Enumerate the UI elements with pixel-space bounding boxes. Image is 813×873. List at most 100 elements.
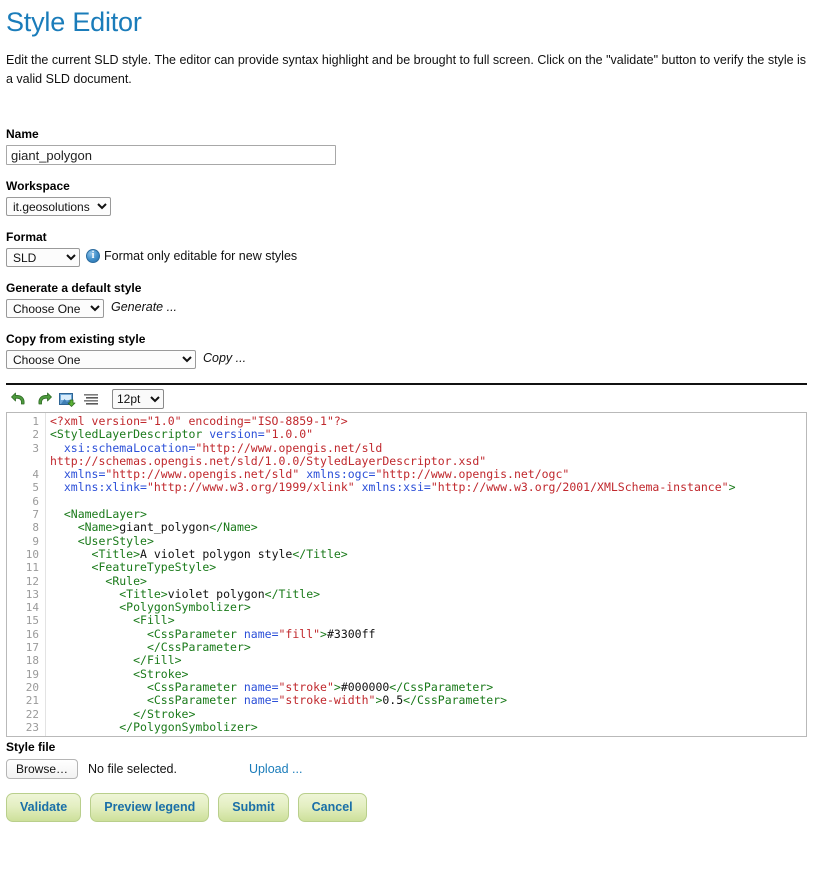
code-token: <Stroke> — [50, 667, 188, 681]
line-number: 9 — [7, 535, 45, 548]
code-line-text[interactable]: <Rule> — [45, 575, 806, 588]
code-line: 5 xmlns:xlink="http://www.w3.org/1999/xl… — [7, 481, 806, 494]
line-number: 4 — [7, 468, 45, 481]
code-line-text[interactable]: <?xml version="1.0" encoding="ISO-8859-1… — [45, 415, 806, 428]
code-line-text[interactable]: </PolygonSymbolizer> — [45, 721, 806, 734]
upload-link[interactable]: Upload ... — [249, 762, 303, 776]
code-token: "http://www.opengis.net/ogc" — [375, 467, 569, 481]
preview-legend-button[interactable]: Preview legend — [90, 793, 209, 822]
code-editor[interactable]: 1<?xml version="1.0" encoding="ISO-8859-… — [6, 412, 807, 737]
code-token: xmlns:xsi= — [362, 480, 431, 494]
code-token: </CssParameter> — [50, 640, 251, 654]
code-line-text[interactable]: <Name>giant_polygon</Name> — [45, 521, 806, 534]
code-line: 6 — [7, 495, 806, 508]
insert-image-icon[interactable] — [58, 390, 76, 408]
code-token: name= — [244, 680, 279, 694]
code-line: 4 xmlns="http://www.opengis.net/sld" xml… — [7, 468, 806, 481]
line-number: 1 — [7, 415, 45, 428]
code-line-text[interactable]: <NamedLayer> — [45, 508, 806, 521]
code-token: <StyledLayerDescriptor — [50, 427, 209, 441]
code-line-text[interactable]: <CssParameter name="fill">#3300ff — [45, 628, 806, 641]
code-token: violet polygon — [168, 587, 265, 601]
code-token — [355, 480, 362, 494]
format-lines-icon[interactable] — [82, 390, 100, 408]
validate-button[interactable]: Validate — [6, 793, 81, 822]
code-line-text[interactable]: </Fill> — [45, 654, 806, 667]
no-file-selected-text: No file selected. — [88, 762, 177, 776]
code-token: xmlns:xlink= — [64, 480, 147, 494]
format-field-block: Format SLD Format only editable for new … — [6, 230, 807, 267]
line-number: 11 — [7, 561, 45, 574]
code-token: <Title> — [50, 587, 168, 601]
code-line: 9 <UserStyle> — [7, 535, 806, 548]
copy-select[interactable]: Choose One — [6, 350, 196, 369]
submit-button[interactable]: Submit — [218, 793, 288, 822]
line-number: 3 — [7, 442, 45, 455]
name-field-block: Name — [6, 127, 807, 165]
code-line-text[interactable]: </Stroke> — [45, 708, 806, 721]
copy-action-link[interactable]: Copy ... — [203, 351, 246, 365]
code-token: <CssParameter — [50, 680, 244, 694]
code-token: version= — [209, 427, 264, 441]
generate-action-link[interactable]: Generate ... — [111, 300, 177, 314]
generate-field-block: Generate a default style Choose One Gene… — [6, 281, 807, 318]
generate-select[interactable]: Choose One — [6, 299, 104, 318]
code-line: 1<?xml version="1.0" encoding="ISO-8859-… — [7, 415, 806, 428]
code-line-text[interactable]: <Title>violet polygon</Title> — [45, 588, 806, 601]
code-line-text[interactable]: xsi:schemaLocation="http://www.opengis.n… — [45, 442, 806, 469]
code-line-text[interactable]: <FeatureTypeStyle> — [45, 561, 806, 574]
code-token: xmlns= — [64, 467, 106, 481]
code-line: 10 <Title>A violet polygon style</Title> — [7, 548, 806, 561]
code-token: 0.5 — [382, 693, 403, 707]
code-line-text[interactable]: <PolygonSymbolizer> — [45, 601, 806, 614]
code-token: #000000 — [341, 680, 389, 694]
line-number: 14 — [7, 601, 45, 614]
code-token: <FeatureTypeStyle> — [50, 560, 216, 574]
style-editor-page: Style Editor Edit the current SLD style.… — [0, 6, 813, 832]
code-line: 15 <Fill> — [7, 614, 806, 627]
code-line-text[interactable]: <StyledLayerDescriptor version="1.0.0" — [45, 428, 806, 441]
line-number: 20 — [7, 681, 45, 694]
code-line-text[interactable]: </CssParameter> — [45, 641, 806, 654]
format-select[interactable]: SLD — [6, 248, 80, 267]
redo-icon[interactable] — [34, 390, 52, 408]
code-token — [50, 467, 64, 481]
code-line: 2<StyledLayerDescriptor version="1.0.0" — [7, 428, 806, 441]
code-token: xmlns:ogc= — [306, 467, 375, 481]
code-line-text[interactable]: <CssParameter name="stroke">#000000</Css… — [45, 681, 806, 694]
code-token: </Fill> — [50, 653, 182, 667]
code-token: </Title> — [265, 587, 320, 601]
code-content[interactable]: 1<?xml version="1.0" encoding="ISO-8859-… — [7, 413, 806, 734]
code-line: 13 <Title>violet polygon</Title> — [7, 588, 806, 601]
undo-icon[interactable] — [10, 390, 28, 408]
code-token: </Stroke> — [50, 707, 195, 721]
code-line-text[interactable]: <Stroke> — [45, 668, 806, 681]
code-line-text[interactable]: xmlns:xlink="http://www.w3.org/1999/xlin… — [45, 481, 806, 494]
code-token: <CssParameter — [50, 627, 244, 641]
code-line: 3 xsi:schemaLocation="http://www.opengis… — [7, 442, 806, 469]
code-line: 14 <PolygonSymbolizer> — [7, 601, 806, 614]
cancel-button[interactable]: Cancel — [298, 793, 367, 822]
font-size-select[interactable]: 12pt — [112, 389, 164, 409]
code-line-text[interactable]: <UserStyle> — [45, 535, 806, 548]
code-token: </Title> — [292, 547, 347, 561]
name-input[interactable] — [6, 145, 336, 165]
line-number: 22 — [7, 708, 45, 721]
format-label: Format — [6, 230, 807, 244]
code-line: 20 <CssParameter name="stroke">#000000</… — [7, 681, 806, 694]
code-token: </CssParameter> — [403, 693, 507, 707]
code-line-text[interactable]: <Title>A violet polygon style</Title> — [45, 548, 806, 561]
code-token: "fill" — [279, 627, 321, 641]
line-number: 19 — [7, 668, 45, 681]
workspace-select[interactable]: it.geosolutions — [6, 197, 111, 216]
copy-label: Copy from existing style — [6, 332, 807, 346]
code-token: </Name> — [209, 520, 257, 534]
code-token: name= — [244, 693, 279, 707]
code-line-text[interactable]: xmlns="http://www.opengis.net/sld" xmlns… — [45, 468, 806, 481]
browse-button[interactable]: Browse… — [6, 759, 78, 779]
code-line: 11 <FeatureTypeStyle> — [7, 561, 806, 574]
line-number: 23 — [7, 721, 45, 734]
code-line-text[interactable]: <CssParameter name="stroke-width">0.5</C… — [45, 694, 806, 707]
code-line-text[interactable]: <Fill> — [45, 614, 806, 627]
code-token: <NamedLayer> — [50, 507, 147, 521]
